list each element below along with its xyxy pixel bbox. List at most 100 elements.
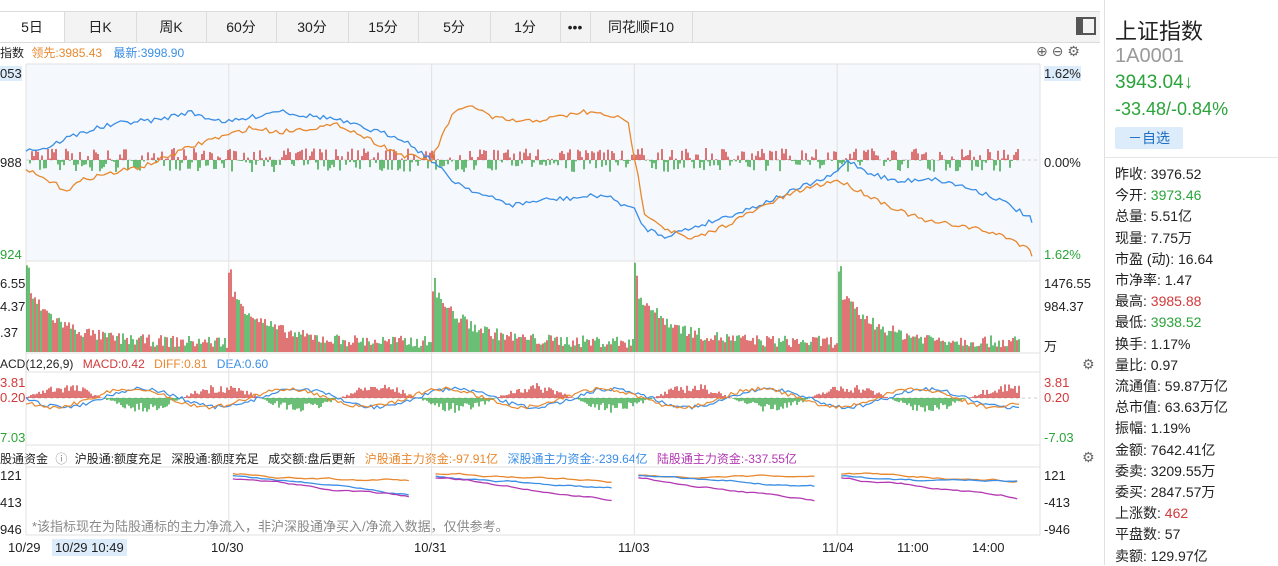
macd-y-right-mid: 0.20	[1044, 390, 1070, 405]
stat-value: 16.64	[1174, 250, 1214, 267]
date-label: 10/29	[8, 540, 41, 555]
macd-y-top: 3.81	[0, 375, 26, 390]
vol-y-right-top: 1476.55	[1044, 276, 1091, 291]
stat-label: 现量:	[1115, 229, 1147, 246]
stat-label: 卖额:	[1115, 547, 1147, 564]
price-y-top: 053	[0, 66, 22, 81]
index-price: 3943.04↓	[1115, 72, 1194, 93]
stat-label: 总市值:	[1115, 399, 1161, 416]
stat-row: 现量: 7.75万	[1115, 228, 1192, 248]
date-label: 10/31	[414, 540, 447, 555]
stat-row: 总量: 5.51亿	[1115, 206, 1192, 226]
stat-label: 金额:	[1115, 441, 1147, 458]
five-day-chart[interactable]	[0, 0, 1100, 540]
stat-row: 卖额: 129.97亿	[1115, 546, 1208, 566]
stat-row: 量比: 0.97	[1115, 355, 1178, 375]
macd-y-right-bottom: -7.03	[1044, 430, 1074, 445]
vol-y-right-mid: 984.37	[1044, 299, 1084, 314]
flow-layer	[232, 472, 1018, 502]
macd-y-bottom: 7.03	[0, 430, 26, 445]
stat-value: 63.63万亿	[1160, 399, 1228, 416]
flow-y-mid: 413	[0, 495, 22, 510]
stat-value: 3209.55万	[1146, 462, 1216, 479]
stat-row: 金额: 7642.41亿	[1115, 440, 1215, 460]
stat-row: 委买: 2847.57万	[1115, 482, 1215, 502]
date-label: 11:00	[897, 540, 929, 555]
macd-layer	[25, 383, 1020, 413]
stat-row: 市盈 (动): 16.64	[1115, 249, 1213, 269]
price-y-mid: 988	[0, 155, 22, 170]
stat-value: 462	[1160, 505, 1189, 522]
stat-value: 3976.52	[1146, 166, 1202, 182]
quote-panel: 上证指数 1A0001 3943.04↓ -33.48/-0.84% －自选 昨…	[1104, 0, 1278, 565]
stat-value: 1.47	[1160, 272, 1193, 288]
date-label: 14:00	[972, 540, 1005, 555]
stat-label: 昨收:	[1115, 166, 1147, 182]
price-pct-bottom: 1.62%	[1044, 247, 1081, 262]
stat-value: 0.97	[1146, 356, 1179, 373]
stat-row: 振幅: 1.19%	[1115, 418, 1190, 438]
stat-value: 1.19%	[1146, 420, 1191, 437]
stat-row: 委卖: 3209.55万	[1115, 461, 1215, 481]
stat-label: 委卖:	[1115, 462, 1147, 479]
stat-value: 3973.46	[1146, 187, 1202, 204]
index-code: 1A0001	[1115, 45, 1184, 67]
index-change: -33.48/-0.84%	[1115, 99, 1229, 119]
stat-row: 最高: 3985.88	[1115, 291, 1201, 311]
stat-label: 今开:	[1115, 187, 1147, 204]
flow-y-right-top: 121	[1044, 468, 1066, 483]
sz-flow-line	[232, 474, 1018, 496]
stat-row: 上涨数: 462	[1115, 503, 1188, 523]
stat-row: 最低: 3938.52	[1115, 312, 1201, 332]
price-pct-top: 1.62%	[1044, 66, 1081, 81]
stat-value: 5.51亿	[1146, 208, 1193, 225]
flow-y-top: 121	[0, 468, 22, 483]
vol-y-bottom: .37	[0, 325, 19, 340]
stat-row: 总市值: 63.63万亿	[1115, 397, 1228, 417]
stat-label: 换手:	[1115, 335, 1147, 352]
volume-layer	[26, 262, 1020, 352]
stat-row: 昨收: 3976.52	[1115, 164, 1201, 184]
date-label: 11/04	[822, 540, 854, 555]
price-panel-bg	[26, 64, 1040, 261]
flow-disclaimer: *该指标现在为陆股通标的主力净流入，非沪深股通净买入/净流入数据，仅供参考。	[32, 519, 509, 534]
stat-label: 最低:	[1115, 314, 1147, 331]
stat-value: 7642.41亿	[1146, 441, 1216, 458]
stat-label: 流通值:	[1115, 378, 1161, 394]
price-y-bottom: 924	[0, 247, 22, 262]
stat-value: 2847.57万	[1146, 484, 1216, 500]
stat-label: 委买:	[1115, 484, 1147, 500]
stat-label: 振幅:	[1115, 420, 1147, 437]
vol-y-right-unit: 万	[1044, 339, 1058, 354]
flow-y-right-bottom: -946	[1044, 522, 1071, 537]
vol-y-top: 6.55	[0, 276, 26, 291]
stat-row: 流通值: 59.87万亿	[1115, 376, 1228, 396]
stat-row: 换手: 1.17%	[1115, 334, 1190, 354]
stat-label: 最高:	[1115, 293, 1147, 310]
stat-value: 59.87万亿	[1160, 378, 1228, 394]
flow-y-bottom: 946	[0, 522, 22, 537]
cursor-time-label: 10/29 10:49	[52, 539, 127, 556]
macd-y-right-top: 3.81	[1044, 375, 1070, 390]
stat-value: 3985.88	[1146, 293, 1202, 310]
stat-row: 平盘数: 57	[1115, 524, 1180, 544]
date-label: 10/30	[211, 540, 244, 555]
index-name: 上证指数	[1115, 19, 1204, 44]
macd-y-mid: 0.20	[0, 390, 26, 405]
date-label: 11/03	[618, 540, 650, 555]
stat-value: 129.97亿	[1146, 547, 1208, 564]
stat-label: 量比:	[1115, 356, 1147, 373]
stat-label: 总量:	[1115, 208, 1147, 225]
divider	[1105, 157, 1278, 158]
stat-value: 7.75万	[1146, 229, 1193, 246]
stat-value: 1.17%	[1146, 335, 1191, 352]
flow-y-right-mid: -413	[1044, 495, 1071, 510]
stat-value: 57	[1160, 526, 1181, 543]
vol-y-mid: 4.37	[0, 299, 26, 314]
stat-row: 市净率: 1.47	[1115, 270, 1192, 290]
stat-label: 市净率:	[1115, 272, 1161, 288]
remove-watchlist-button[interactable]: －自选	[1115, 127, 1183, 149]
stat-value: 3938.52	[1146, 314, 1202, 331]
price-pct-mid: 0.00%	[1044, 155, 1081, 170]
stat-row: 今开: 3973.46	[1115, 185, 1201, 205]
